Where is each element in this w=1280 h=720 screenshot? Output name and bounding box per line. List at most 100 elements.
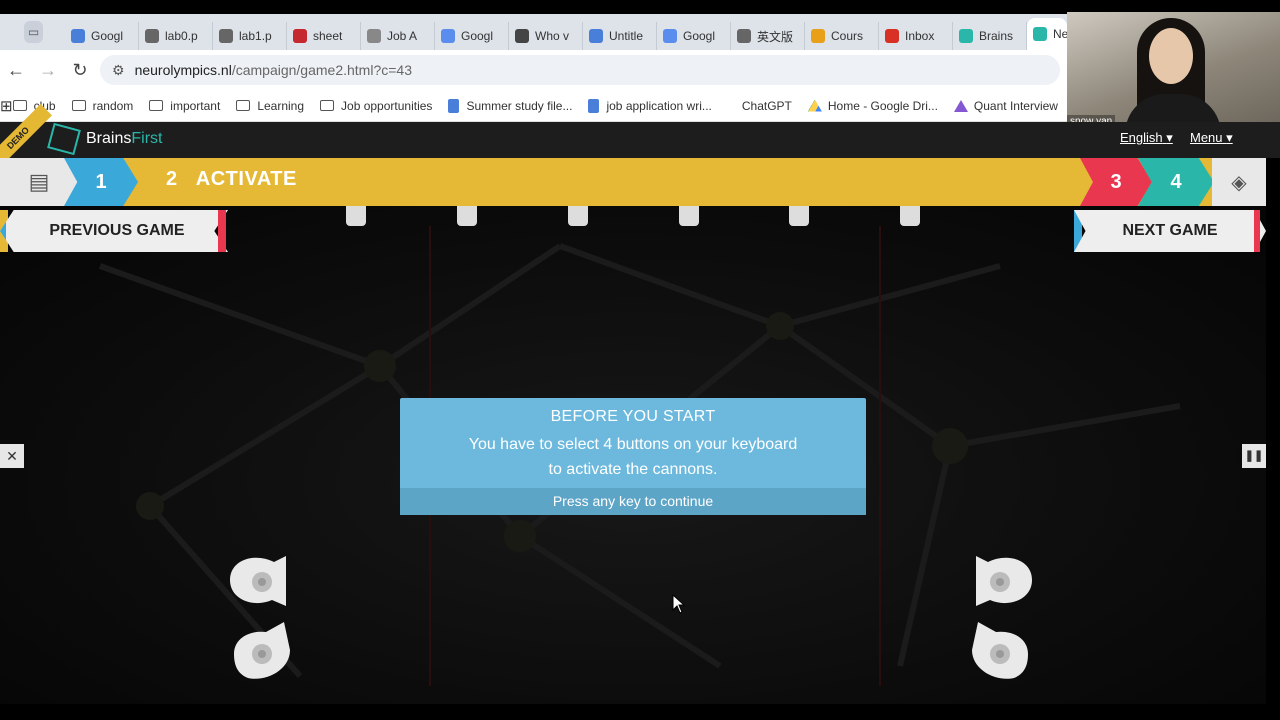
- folder-icon: [149, 100, 164, 111]
- cannon-top-left: [230, 556, 286, 606]
- prev-stripe-right: [218, 210, 226, 252]
- cannon-top-right: [976, 556, 1032, 606]
- bookmark-label: Summer study file...: [466, 98, 573, 113]
- bookmark-label: Job opportunities: [341, 98, 433, 113]
- tab-search-icon[interactable]: ▭: [24, 21, 43, 43]
- pause-icon[interactable]: ❚❚: [1242, 444, 1266, 468]
- target-4: [679, 206, 699, 226]
- webcam-person-face: [1149, 28, 1193, 84]
- bookmark-item[interactable]: Learning: [236, 99, 304, 113]
- bookmark-label: job application wri...: [606, 98, 712, 113]
- tab-label: lab1.p: [239, 29, 272, 43]
- gmail-icon: [885, 29, 899, 43]
- triangle-icon: [953, 99, 968, 112]
- mouse-cursor-icon: [672, 594, 686, 614]
- docs-icon: [589, 29, 603, 43]
- browser-tab[interactable]: Untitle: [583, 22, 657, 50]
- url-host: neurolympics.nl: [134, 62, 232, 78]
- folder-icon: [320, 100, 335, 111]
- brain-icon: ◈: [1212, 158, 1266, 206]
- docs-icon: [448, 98, 460, 113]
- forward-icon[interactable]: →: [32, 60, 64, 81]
- bookmark-item[interactable]: important: [149, 99, 220, 113]
- tab-label: Googl: [683, 29, 716, 43]
- browser-tab[interactable]: Googl: [435, 22, 509, 50]
- tab-label: Ne: [1053, 27, 1067, 41]
- step-progress-bar: ▤ 1 2 ACTIVATE 3 4 ◈: [0, 158, 1266, 206]
- apps-grid-icon[interactable]: ⊞: [0, 97, 13, 115]
- browser-tab[interactable]: Googl: [65, 22, 139, 50]
- close-icon[interactable]: ✕: [0, 444, 24, 468]
- globe-icon: [219, 29, 233, 43]
- url-path: /campaign/game2.html?c=43: [231, 62, 412, 78]
- step-3[interactable]: 3: [1080, 158, 1152, 206]
- site-info-icon[interactable]: ⚙: [112, 62, 125, 79]
- before-you-start-dialog[interactable]: BEFORE YOU START You have to select 4 bu…: [400, 398, 866, 515]
- browser-tab[interactable]: lab1.p: [213, 22, 287, 50]
- brainsfirst-icon: [1033, 27, 1047, 41]
- gemini-icon: [441, 29, 455, 43]
- bookmark-label: Quant Interview: [973, 98, 1058, 113]
- cannon-bottom-left: [234, 622, 290, 679]
- target-1: [346, 206, 366, 226]
- browser-tab-bar: ▭ Googl lab0.p lab1.p sheet Job A Googl Who v U…: [0, 14, 1067, 50]
- browser-tab[interactable]: Brains: [953, 22, 1027, 50]
- bookmark-label: important: [170, 98, 221, 113]
- browser-tab[interactable]: Inbox: [879, 22, 953, 50]
- browser-tab[interactable]: lab0.p: [139, 22, 213, 50]
- browser-tab[interactable]: Who v: [509, 22, 583, 50]
- folder-icon: [12, 100, 27, 111]
- target-6: [900, 206, 920, 226]
- browser-tab[interactable]: Cours: [805, 22, 879, 50]
- bookmark-item[interactable]: Job opportunities: [320, 99, 432, 113]
- browser-toolbar: ← → ↻ ⚙ neurolympics.nl/campaign/game2.h…: [0, 50, 1067, 90]
- target-3: [568, 206, 588, 226]
- tab-label: Googl: [461, 29, 494, 43]
- tab-label: Brains: [979, 29, 1014, 43]
- browser-tab[interactable]: 英文版: [731, 22, 805, 50]
- coursera-icon: [811, 29, 825, 43]
- bookmark-item[interactable]: random: [71, 99, 133, 113]
- logo-mark-icon: [47, 122, 81, 156]
- bookmark-item[interactable]: Quant Interview: [953, 98, 1058, 113]
- tab-label: Cours: [831, 29, 864, 43]
- brainsfirst-logo[interactable]: BrainsFirst: [47, 122, 162, 156]
- step-2-current: 2 ACTIVATE: [166, 168, 297, 190]
- language-dropdown[interactable]: English ▾: [1120, 130, 1173, 146]
- browser-tab[interactable]: Googl: [657, 22, 731, 50]
- tab-label: Who v: [535, 29, 570, 43]
- bookmark-item[interactable]: Home - Google Dri...: [807, 99, 938, 113]
- tab-label: Inbox: [905, 29, 935, 43]
- bookmark-item[interactable]: Summer study file...: [448, 98, 573, 113]
- dialog-title: BEFORE YOU START: [550, 408, 716, 425]
- target-2: [457, 206, 477, 226]
- continue-prompt[interactable]: Press any key to continue: [400, 488, 866, 515]
- globe-icon: [145, 29, 159, 43]
- browser-tab[interactable]: Ne: [1027, 18, 1067, 50]
- docs-icon: [588, 98, 600, 113]
- next-stripe-right: [1254, 210, 1260, 252]
- target-5: [789, 206, 809, 226]
- brainsfirst-icon: [959, 29, 973, 43]
- bookmark-label: ChatGPT: [741, 98, 792, 113]
- bookmark-item[interactable]: ChatGPT: [728, 99, 792, 113]
- browser-tab[interactable]: Job A: [361, 22, 435, 50]
- menu-dropdown[interactable]: Menu ▾: [1190, 130, 1233, 146]
- google-icon: [515, 29, 529, 43]
- next-game-button[interactable]: NEXT GAME: [1074, 210, 1266, 252]
- bookmark-label: Learning: [257, 98, 305, 113]
- address-bar[interactable]: ⚙ neurolympics.nl/campaign/game2.html?c=…: [100, 55, 1060, 85]
- browser-tab[interactable]: sheet: [287, 22, 361, 50]
- tab-label: Job A: [387, 29, 418, 43]
- back-icon[interactable]: ←: [0, 60, 32, 81]
- reload-icon[interactable]: ↻: [64, 60, 96, 81]
- cannon-bottom-right: [972, 622, 1028, 679]
- bookmark-item[interactable]: job application wri...: [588, 98, 712, 113]
- chevron-down-icon: ▾: [1166, 130, 1173, 145]
- previous-game-button[interactable]: PREVIOUS GAME: [0, 210, 228, 252]
- game-playfield[interactable]: PREVIOUS GAME NEXT GAME BEFORE YOU START…: [0, 206, 1266, 704]
- pdf-icon: [293, 29, 307, 43]
- tab-label: 英文版: [757, 29, 794, 44]
- folder-icon: [236, 100, 251, 111]
- presentation-icon[interactable]: ▤: [0, 158, 78, 206]
